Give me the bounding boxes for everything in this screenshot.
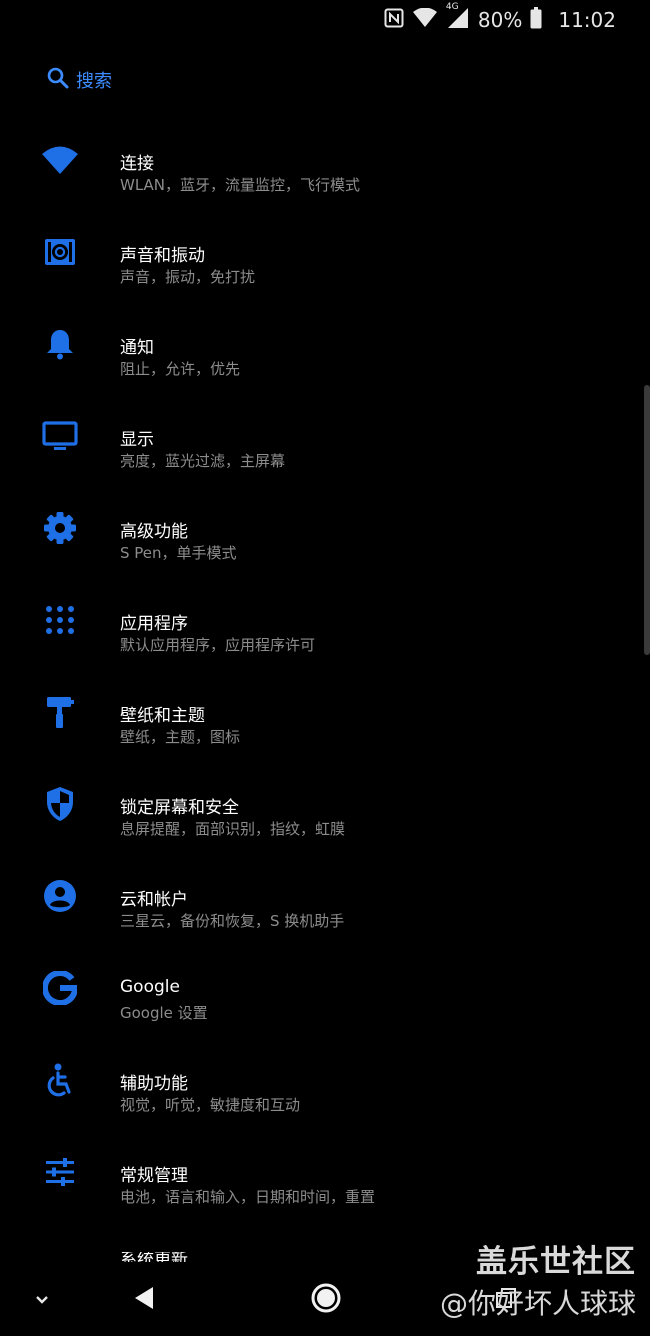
settings-item-system-update-partial[interactable]: 系统更新 [120,1252,188,1262]
status-bar: 4G 80% 11:02 [0,0,650,40]
scrollbar[interactable] [644,385,650,655]
settings-item-wallpaper[interactable]: 壁纸和主题 壁纸，主题，图标 [0,667,650,759]
settings-item-notifications[interactable]: 通知 阻止，允许，优先 [0,299,650,391]
accessibility-icon [40,1060,80,1100]
item-subtitle: 电池，语言和输入，日期和时间，重置 [120,1188,376,1206]
settings-item-connections[interactable]: 连接 WLAN，蓝牙，流量监控，飞行模式 [0,115,650,207]
item-subtitle: WLAN，蓝牙，流量监控，飞行模式 [120,176,361,194]
item-title: 显示 [120,430,154,450]
item-subtitle: 声音，振动，免打扰 [120,268,256,286]
item-title: Google [120,977,180,997]
settings-list: 连接 WLAN，蓝牙，流量监控，飞行模式 声音和振动 声音，振动，免打扰 通知 … [0,115,650,1219]
nfc-icon [384,8,404,32]
item-subtitle: S Pen，单手模式 [120,544,237,562]
apps-grid-icon [40,600,80,640]
settings-item-apps[interactable]: 应用程序 默认应用程序，应用程序许可 [0,575,650,667]
settings-item-cloud-accounts[interactable]: 云和帐户 三星云，备份和恢复，S 换机助手 [0,851,650,943]
item-subtitle: 壁纸，主题，图标 [120,728,241,746]
item-title: 壁纸和主题 [120,706,205,726]
search-label: 搜索 [76,71,112,92]
home-circle-icon [310,1282,342,1318]
settings-item-lockscreen-security[interactable]: 锁定屏幕和安全 息屏提醒，面部识别，指纹，虹膜 [0,759,650,851]
item-title: 辅助功能 [120,1074,188,1094]
item-title: 云和帐户 [120,890,188,910]
paint-roller-icon [40,692,80,732]
account-circle-icon [40,876,80,916]
item-subtitle: 息屏提醒，面部识别，指纹，虹膜 [120,820,346,838]
back-triangle-icon [133,1286,155,1314]
item-title: 连接 [120,154,154,174]
wifi-status-icon [412,7,438,32]
bell-icon [40,324,80,364]
settings-item-accessibility[interactable]: 辅助功能 视觉，听觉，敏捷度和互动 [0,1035,650,1127]
wifi-icon [40,140,80,180]
back-button[interactable] [124,1280,164,1320]
gear-icon [40,508,80,548]
hide-navbar-button[interactable] [22,1280,62,1320]
search-icon [46,66,70,94]
settings-item-advanced[interactable]: 高级功能 S Pen，单手模式 [0,483,650,575]
item-subtitle: 阻止，允许，优先 [120,360,241,378]
item-title: 声音和振动 [120,246,205,266]
network-type-label: 4G [445,2,459,12]
cell-signal-icon: 4G [446,2,470,33]
item-title: 系统更新 [120,1252,188,1262]
settings-item-general-management[interactable]: 常规管理 电池，语言和输入，日期和时间，重置 [0,1127,650,1219]
item-subtitle: 默认应用程序，应用程序许可 [120,636,316,654]
clock: 11:02 [558,8,616,32]
watermark-title: 盖乐世社区 [476,1244,636,1280]
item-title: 通知 [120,338,154,358]
item-subtitle: 亮度，蓝光过滤，主屏幕 [120,452,286,470]
home-button[interactable] [306,1280,346,1320]
shield-icon [40,784,80,824]
settings-item-display[interactable]: 显示 亮度，蓝光过滤，主屏幕 [0,391,650,483]
item-title: 应用程序 [120,614,188,634]
monitor-icon [40,416,80,456]
sliders-icon [40,1152,80,1192]
item-subtitle: Google 设置 [120,1004,208,1022]
search-button[interactable]: 搜索 [46,66,112,94]
settings-item-google[interactable]: Google Google 设置 [0,943,650,1035]
battery-percent: 80% [477,8,523,32]
google-icon [40,968,80,1008]
item-title: 高级功能 [120,522,188,542]
watermark-user: @你好坏人球球 [439,1287,636,1320]
item-subtitle: 视觉，听觉，敏捷度和互动 [120,1096,301,1114]
battery-icon [530,7,542,33]
chevron-down-icon [34,1291,50,1310]
settings-item-sound[interactable]: 声音和振动 声音，振动，免打扰 [0,207,650,299]
speaker-icon [40,232,80,272]
item-title: 锁定屏幕和安全 [120,798,239,818]
item-title: 常规管理 [120,1166,188,1186]
item-subtitle: 三星云，备份和恢复，S 换机助手 [120,912,345,930]
